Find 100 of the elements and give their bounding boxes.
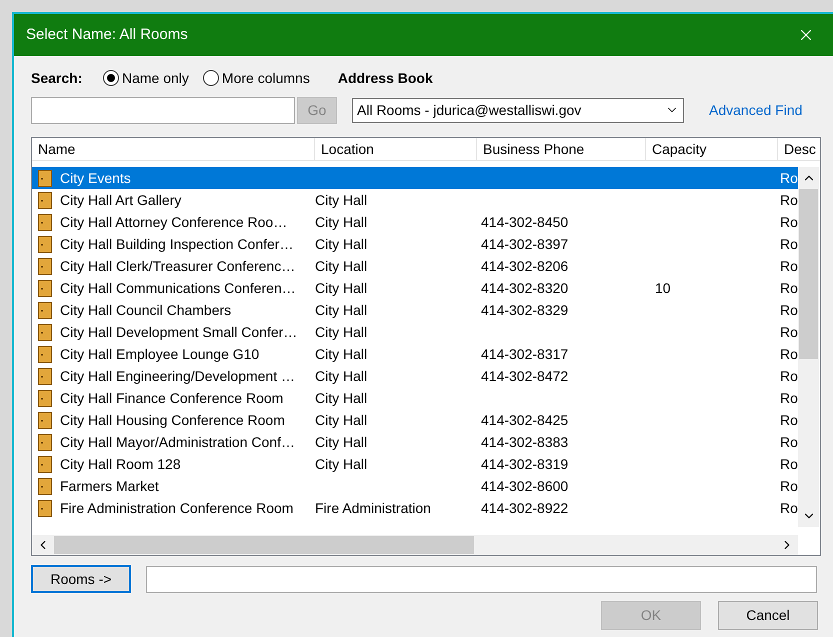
table-cell: 414-302-8383 xyxy=(481,434,568,450)
table-cell-text: Ro xyxy=(780,410,798,430)
table-cell: 414-302-8450 xyxy=(481,214,568,230)
table-cell: Fire Administration xyxy=(315,500,431,516)
horizontal-scrollbar[interactable] xyxy=(32,535,798,555)
table-cell-text: Ro xyxy=(780,234,798,254)
table-cell-text: Ro xyxy=(780,168,798,188)
table-row[interactable]: City Hall Development Small Confer… City Hall Ro xyxy=(32,321,798,343)
table-cell: City Hall xyxy=(315,324,368,340)
room-icon xyxy=(38,478,52,494)
table-cell-text: City Events xyxy=(60,168,131,188)
table-row[interactable]: City Hall Room 128 City Hall 414-302-8319 Ro xyxy=(32,453,798,475)
table-cell-text: City Hall Attorney Conference Roo… xyxy=(60,212,288,232)
room-icon xyxy=(38,258,52,274)
room-icon xyxy=(38,500,52,516)
table-cell-text: Ro xyxy=(780,476,798,496)
table-row[interactable]: City Hall Finance Conference Room City Hall Ro xyxy=(32,387,798,409)
room-icon xyxy=(38,434,52,450)
table-cell: 414-302-8922 xyxy=(481,500,568,516)
table-cell-text: Ro xyxy=(780,278,798,298)
table-cell-text: City Hall Art Gallery xyxy=(60,190,182,210)
table-cell-text: City Hall Communications Conferen… xyxy=(60,278,296,298)
room-icon xyxy=(38,192,52,208)
table-row[interactable]: City Hall Attorney Conference Roo… City Hall 414-302-8450 Ro xyxy=(32,211,798,233)
room-icon xyxy=(38,302,52,318)
table-cell: City Hall xyxy=(315,412,368,428)
table-cell-text: City Hall Building Inspection Confer… xyxy=(60,234,294,254)
column-header[interactable]: Desc xyxy=(778,138,818,160)
radio-option[interactable]: More columns xyxy=(202,68,310,88)
room-icon xyxy=(38,368,52,384)
table-row[interactable]: City Hall Council Chambers City Hall 414-302-8329 Ro xyxy=(32,299,798,321)
column-header[interactable]: Business Phone xyxy=(477,138,646,160)
room-icon xyxy=(38,170,52,186)
column-header[interactable]: Location xyxy=(315,138,477,160)
table-cell: City Hall xyxy=(315,258,368,274)
table-cell-text: City Hall Mayor/Administration Conf… xyxy=(60,432,295,452)
advanced-find-link[interactable]: Advanced Find xyxy=(709,100,802,120)
table-row[interactable]: City Hall Housing Conference Room City Hall 414-302-8425 Ro xyxy=(32,409,798,431)
table-cell: City Hall xyxy=(315,456,368,472)
table-cell-text: Ro xyxy=(780,256,798,276)
table-cell: 414-302-8320 xyxy=(481,280,568,296)
table-cell-text: City Hall Clerk/Treasurer Conferenc… xyxy=(60,256,296,276)
table-row[interactable]: Fire Administration Conference Room Fire Administration 414-302-8922 Ro xyxy=(32,497,798,519)
table-row[interactable]: City Hall Mayor/Administration Conf… City Hall 414-302-8383 Ro xyxy=(32,431,798,453)
room-icon xyxy=(38,214,52,230)
table-row[interactable]: City Hall Art Gallery City Hall Ro xyxy=(32,189,798,211)
room-icon xyxy=(38,280,52,296)
rooms-button[interactable]: Rooms -> xyxy=(31,565,131,593)
column-header[interactable]: Name xyxy=(32,138,315,160)
radio-option[interactable]: Name only xyxy=(103,68,189,88)
room-icon xyxy=(38,346,52,362)
table-cell: 414-302-8397 xyxy=(481,236,568,252)
rooms-field[interactable] xyxy=(146,566,817,592)
room-icon xyxy=(38,412,52,428)
table-cell-text: Ro xyxy=(780,344,798,364)
table-cell-text: City Hall Engineering/Development … xyxy=(60,366,295,386)
table-cell: City Hall xyxy=(315,390,368,406)
table-cell-text: Ro xyxy=(780,388,798,408)
table-row[interactable]: City Hall Communications Conferen… City Hall 414-302-8320 10 Ro xyxy=(32,277,798,299)
search-field[interactable] xyxy=(31,96,295,124)
search-label: Search: xyxy=(31,68,84,88)
column-header[interactable]: Capacity xyxy=(646,138,778,160)
table-row[interactable]: City Hall Building Inspection Confer… City Hall 414-302-8397 Ro xyxy=(32,233,798,255)
table-cell: 10 xyxy=(655,280,671,296)
table-cell-text: City Hall Room 128 xyxy=(60,454,181,474)
table-cell-text: Ro xyxy=(780,322,798,342)
table-cell: City Hall xyxy=(315,214,368,230)
table-cell: 414-302-8472 xyxy=(481,368,568,384)
table-cell: City Hall xyxy=(315,192,368,208)
table-cell-text: Ro xyxy=(780,190,798,210)
table-cell: 414-302-8317 xyxy=(481,346,568,362)
room-icon xyxy=(38,456,52,472)
room-icon xyxy=(38,390,52,406)
table-cell: 414-302-8425 xyxy=(481,412,568,428)
window-title: Select Name: All Rooms xyxy=(26,24,189,45)
address-book-dropdown[interactable]: All Rooms - jdurica@westalliswi.gov xyxy=(352,98,684,122)
table-cell: 414-302-8600 xyxy=(481,478,568,494)
table-cell-text: City Hall Finance Conference Room xyxy=(60,388,284,408)
table-cell-text: Ro xyxy=(780,366,798,386)
dialog-button[interactable]: Cancel xyxy=(718,601,818,630)
room-icon xyxy=(38,236,52,252)
table-cell-text: Ro xyxy=(780,432,798,452)
table-row[interactable]: City Events Ro xyxy=(32,167,798,189)
table-row[interactable]: City Hall Engineering/Development … City Hall 414-302-8472 Ro xyxy=(32,365,798,387)
table-cell-text: Ro xyxy=(780,212,798,232)
table-row[interactable]: Farmers Market 414-302-8600 Ro xyxy=(32,475,798,497)
vertical-scrollbar[interactable] xyxy=(798,167,819,527)
table-cell-text: City Hall Housing Conference Room xyxy=(60,410,285,430)
table-cell: 414-302-8319 xyxy=(481,456,568,472)
table-cell-text: City Hall Development Small Confer… xyxy=(60,322,298,342)
table-cell-text: City Hall Council Chambers xyxy=(60,300,232,320)
table-cell: City Hall xyxy=(315,302,368,318)
table-cell-text: Ro xyxy=(780,454,798,474)
table-cell: City Hall xyxy=(315,280,368,296)
table-cell-text: Ro xyxy=(780,498,798,518)
table-row[interactable]: City Hall Employee Lounge G10 City Hall 414-302-8317 Ro xyxy=(32,343,798,365)
table-cell: City Hall xyxy=(315,346,368,362)
table-cell: 414-302-8206 xyxy=(481,258,568,274)
table-cell-text: Fire Administration Conference Room xyxy=(60,498,294,518)
table-row[interactable]: City Hall Clerk/Treasurer Conferenc… City Hall 414-302-8206 Ro xyxy=(32,255,798,277)
